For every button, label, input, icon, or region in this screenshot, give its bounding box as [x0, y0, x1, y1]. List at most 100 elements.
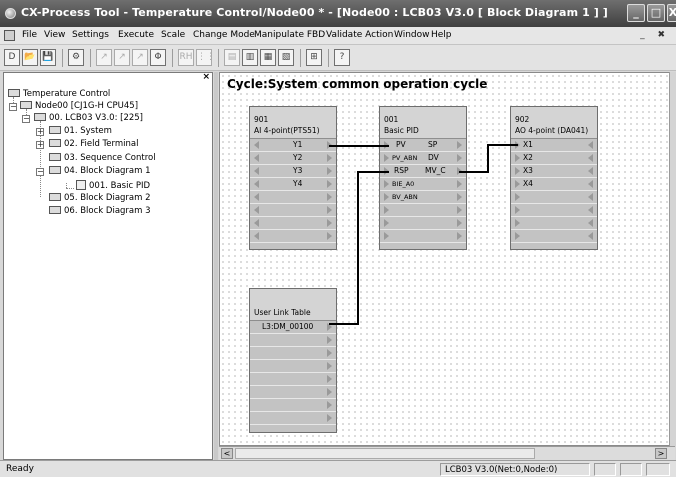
toolbar-separator: [62, 49, 63, 67]
wire-link-segment[interactable]: [329, 323, 359, 325]
wire-y1-to-pv[interactable]: [329, 145, 389, 147]
layout-2-icon[interactable]: ▥: [242, 49, 258, 66]
terminal-y3[interactable]: Y3: [293, 165, 302, 177]
terminal-x4[interactable]: X4: [523, 178, 533, 190]
terminal-x1[interactable]: X1: [523, 139, 533, 151]
wire-link-to-rsp[interactable]: [357, 171, 389, 173]
block-number: 001: [384, 115, 399, 124]
step-icon[interactable]: ⋮⋮: [196, 49, 215, 66]
terminal-pv-abn[interactable]: PV_ABN: [392, 152, 417, 164]
menu-change-mode[interactable]: Change Mode: [193, 30, 255, 40]
terminal-x3[interactable]: X3: [523, 165, 533, 177]
link-entry[interactable]: L3:DM_00100: [262, 321, 313, 333]
expand-system-icon[interactable]: +: [36, 128, 44, 136]
menu-execute[interactable]: Execute: [118, 30, 154, 40]
grid-icon[interactable]: ⊞: [306, 49, 322, 66]
user-link-table-block[interactable]: User Link Table L3:DM_00100: [249, 288, 337, 433]
layout-1-icon[interactable]: ▤: [224, 49, 240, 66]
block-row: BIE_A0: [380, 178, 466, 191]
tree-item-field-terminal[interactable]: 02. Field Terminal: [49, 139, 138, 150]
wire-tool-3-icon[interactable]: ↗: [132, 49, 148, 66]
terminal-y4[interactable]: Y4: [293, 178, 302, 190]
terminal-pv[interactable]: PV: [396, 139, 406, 151]
app-icon[interactable]: [5, 8, 16, 19]
menu-help[interactable]: Help: [431, 30, 452, 40]
terminal-x2[interactable]: X2: [523, 152, 533, 164]
terminal-arrow-icon: [254, 167, 259, 175]
mdi-window-controls[interactable]: _ ✖: [640, 30, 670, 40]
terminal-arrow-icon: [515, 167, 520, 175]
tree-node00[interactable]: Node00 [CJ1G-H CPU45]: [20, 101, 138, 112]
terminal-y2[interactable]: Y2: [293, 152, 302, 164]
collapse-lcb-icon[interactable]: −: [22, 115, 30, 123]
minimize-button[interactable]: _: [627, 4, 645, 22]
terminal-rsp[interactable]: RSP: [394, 165, 409, 177]
horizontal-scrollbar[interactable]: < >: [219, 446, 675, 460]
menu-scale[interactable]: Scale: [161, 30, 185, 40]
terminal-bv-abn[interactable]: BV_ABN: [392, 191, 418, 203]
terminal-arrow-icon: [327, 180, 332, 188]
tree-item-sequence-control[interactable]: 03. Sequence Control: [49, 153, 156, 164]
tree-item-system[interactable]: 01. System: [49, 126, 112, 137]
terminal-arrow-icon: [588, 141, 593, 149]
layout-4-icon[interactable]: ▧: [278, 49, 294, 66]
wire-mvc-segment[interactable]: [459, 171, 487, 173]
document-icon[interactable]: [4, 30, 15, 41]
block-diagram-canvas[interactable]: Cycle:System common operation cycle 901 …: [219, 72, 675, 446]
maximize-button[interactable]: □: [647, 4, 665, 22]
pane-splitter[interactable]: [214, 72, 218, 460]
menu-settings[interactable]: Settings: [72, 30, 109, 40]
tree-item-block-diagram-1[interactable]: 04. Block Diagram 1: [49, 166, 151, 177]
toolbar-separator: [172, 49, 173, 67]
block-row: [250, 386, 336, 399]
terminal-arrow-icon: [327, 193, 332, 201]
wire-mvc-segment[interactable]: [487, 144, 489, 173]
terminal-arrow-icon: [457, 154, 462, 162]
pane-close-icon[interactable]: ×: [202, 72, 210, 82]
block-row: [250, 204, 336, 217]
open-icon[interactable]: 📂: [22, 49, 38, 66]
collapse-block-diagram-icon[interactable]: −: [36, 168, 44, 176]
scroll-left-icon[interactable]: <: [221, 448, 233, 459]
terminal-sp[interactable]: SP: [428, 139, 437, 151]
terminal-arrow-icon: [327, 167, 332, 175]
vertical-scrollbar[interactable]: [669, 72, 676, 446]
terminal-dv[interactable]: DV: [428, 152, 439, 164]
collapse-node-icon[interactable]: −: [9, 103, 17, 111]
tree-lcb[interactable]: 00. LCB03 V3.0: [225]: [34, 113, 143, 124]
save-icon[interactable]: 💾: [40, 49, 56, 66]
menu-manipulate-fbd[interactable]: Manipulate FBD: [254, 30, 325, 40]
help-icon[interactable]: ?: [334, 49, 350, 66]
toolbar-separator: [328, 49, 329, 67]
wire-tool-2-icon[interactable]: ↗: [114, 49, 130, 66]
new-icon[interactable]: D: [4, 49, 20, 66]
function-block-icon[interactable]: Φ: [150, 49, 166, 66]
tree-item-basic-pid[interactable]: 001. Basic PID: [76, 180, 150, 191]
layout-3-icon[interactable]: ▦: [260, 49, 276, 66]
tree-lcb-label: 00. LCB03 V3.0: [225]: [49, 113, 143, 123]
close-button[interactable]: X: [667, 4, 676, 22]
ao-block[interactable]: 902 AO 4-point (DA041) X1 X2 X3 X4: [510, 106, 598, 250]
folder-icon: [49, 153, 61, 161]
scroll-right-icon[interactable]: >: [655, 448, 667, 459]
menu-window[interactable]: Window: [394, 30, 430, 40]
block-row: [250, 347, 336, 360]
terminal-y1[interactable]: Y1: [293, 139, 302, 151]
scroll-thumb[interactable]: [235, 448, 535, 459]
terminal-mv-c[interactable]: MV_C: [425, 165, 446, 177]
wire-link-segment[interactable]: [357, 171, 359, 325]
tree-item-block-diagram-3[interactable]: 06. Block Diagram 3: [49, 206, 151, 217]
properties-icon[interactable]: ⚙: [68, 49, 84, 66]
wire-tool-icon[interactable]: ↗: [96, 49, 112, 66]
wire-mvc-to-x1[interactable]: [487, 144, 518, 146]
basic-pid-block[interactable]: 001 Basic PID PV SP PV_ABN DV RSP MV_C BIE_…: [379, 106, 467, 250]
tree-root[interactable]: Temperature Control: [8, 89, 110, 100]
terminal-bie-a0[interactable]: BIE_A0: [392, 178, 414, 190]
ai-block[interactable]: 901 AI 4-point(PTS51) Y1 Y2 Y3 Y4: [249, 106, 337, 250]
expand-field-terminal-icon[interactable]: +: [36, 141, 44, 149]
tree-item-block-diagram-2[interactable]: 05. Block Diagram 2: [49, 193, 151, 204]
menu-view[interactable]: View: [44, 30, 65, 40]
rh-icon[interactable]: RH: [178, 49, 194, 66]
menu-validate-action[interactable]: Validate Action: [326, 30, 393, 40]
menu-file[interactable]: File: [22, 30, 37, 40]
